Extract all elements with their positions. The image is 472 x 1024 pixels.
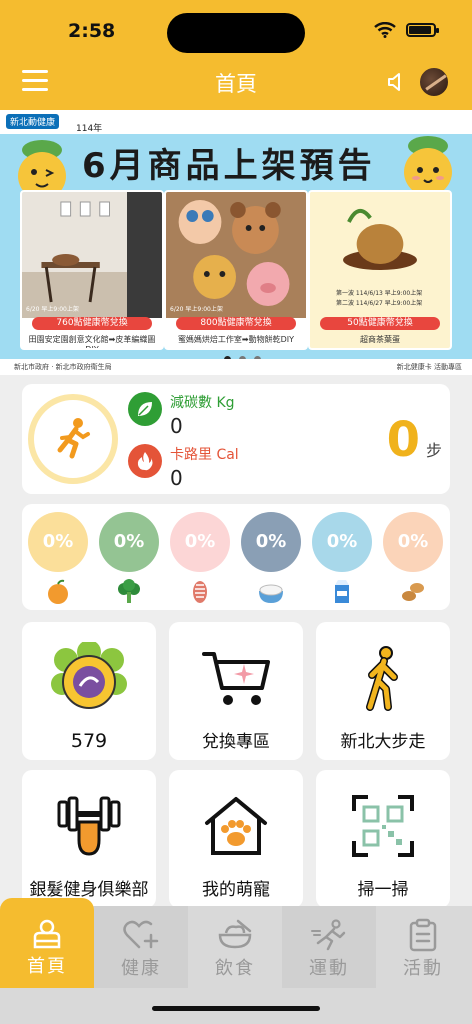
fire-icon <box>128 444 162 478</box>
carbon-label: 減碳數 Kg <box>170 395 235 411</box>
tab-diet[interactable]: 飲食 <box>188 906 282 988</box>
food-intake-card[interactable]: 0% 0% 0% 0% 0% 0% <box>22 504 450 610</box>
avatar[interactable] <box>418 66 450 98</box>
app-header: 2:58 首頁 <box>0 0 472 110</box>
tile-scan[interactable]: 掃一掃 <box>316 770 450 908</box>
status-time: 2:58 <box>68 20 116 42</box>
product-card-leather[interactable]: 6/20 早上9:00上架 760點健康幣兌換 田園安定園創意文化館➡皮革編織圖… <box>20 190 164 350</box>
calorie-value: 0 <box>170 466 183 490</box>
speaker-icon[interactable] <box>386 72 404 92</box>
banner-title: 6月商品上架預告 <box>82 146 376 186</box>
food-percent: 0% <box>28 512 88 572</box>
product-subtitle: 超商茶葉蛋 <box>360 335 400 344</box>
battery-icon <box>406 23 439 37</box>
dumbbell-icon <box>57 796 121 856</box>
nut-icon <box>402 583 424 601</box>
food-percent: 0% <box>170 512 230 572</box>
vegetable-icon <box>118 579 140 603</box>
banner-footer-right: 新北健康卡 活動專區 <box>396 363 462 371</box>
food-percent: 0% <box>312 512 372 572</box>
product-card-cookie[interactable]: 6/20 早上9:00上架 800點健康幣兌換 蜜媽媽烘焙工作室➡動物餅乾DIY <box>164 190 308 350</box>
food-percent: 0% <box>241 512 301 572</box>
steps-counter: 0 步 <box>387 412 442 468</box>
tab-events-label: 活動 <box>403 958 443 979</box>
status-icons <box>374 22 439 38</box>
carbon-stat: 減碳數 Kg 0 <box>128 392 235 438</box>
product-subtitle: 蜜媽媽烘焙工作室➡動物餅乾DIY <box>177 335 295 344</box>
dynamic-island <box>167 13 305 53</box>
home-indicator <box>152 1006 320 1011</box>
tile-walk[interactable]: 新北大步走 <box>316 622 450 760</box>
tile-fitness-club[interactable]: 銀髮健身俱樂部 <box>22 770 156 908</box>
tile-health-coins[interactable]: 579 <box>22 622 156 760</box>
dairy-icon <box>335 580 349 603</box>
fruit-icon <box>48 579 68 604</box>
banner-footer-left: 新北市政府 · 新北市政府衛生局 <box>14 363 112 371</box>
health-coin-icon <box>51 642 127 709</box>
run-icon <box>311 919 346 951</box>
tile-my-pet-label: 我的萌寵 <box>202 880 270 900</box>
banner-footer: 新北市政府 · 新北市政府衛生局 新北健康卡 活動專區 <box>0 359 472 375</box>
tab-home-label: 首頁 <box>27 956 67 977</box>
product-price-tag: 50點健康幣兌換 <box>320 317 440 330</box>
tile-fitness-club-label: 銀髮健身俱樂部 <box>29 880 149 900</box>
clipboard-icon <box>409 918 437 952</box>
tab-exercise-label: 運動 <box>309 958 349 979</box>
product-card-tea-egg[interactable]: 第一波 114/6/13 早上9:00上架 第二波 114/6/27 早上9:0… <box>308 190 452 350</box>
leaf-icon <box>128 392 162 426</box>
product-price-tag: 800點健康幣兌換 <box>176 317 296 330</box>
qr-scan-icon <box>352 795 414 857</box>
product-date: 6/20 早上9:00上架 <box>170 306 223 313</box>
product-line: 第一波 114/6/13 早上9:00上架 <box>336 290 423 297</box>
heart-plus-icon <box>123 920 159 949</box>
tab-health[interactable]: 健康 <box>94 906 188 988</box>
steps-unit: 步 <box>425 441 442 460</box>
tab-home[interactable]: 首頁 <box>0 898 94 988</box>
banner-logo: 新北動健康 <box>6 114 60 129</box>
meal-icon <box>218 919 252 949</box>
health-coin-count: 579 <box>70 730 108 752</box>
protein-icon <box>193 581 207 603</box>
tile-walk-label: 新北大步走 <box>340 732 426 752</box>
product-image-cookie <box>166 192 306 318</box>
product-image-leather <box>22 192 162 318</box>
tile-scan-label: 掃一掃 <box>357 880 409 900</box>
food-item-nut[interactable]: 0% <box>383 512 443 606</box>
food-item-vegetable[interactable]: 0% <box>99 512 159 606</box>
calorie-stat: 卡路里 Cal 0 <box>128 444 239 490</box>
banner-year: 114年 <box>76 124 103 134</box>
grain-icon <box>259 584 283 603</box>
food-percent: 0% <box>99 512 159 572</box>
tab-events[interactable]: 活動 <box>376 906 470 988</box>
pet-house-icon <box>205 797 267 855</box>
tab-health-label: 健康 <box>121 958 161 979</box>
food-item-protein[interactable]: 0% <box>170 512 230 606</box>
product-date: 6/20 早上9:00上架 <box>26 306 79 313</box>
food-percent: 0% <box>383 512 443 572</box>
tab-exercise[interactable]: 運動 <box>282 906 376 988</box>
food-item-grain[interactable]: 0% <box>241 512 301 606</box>
tile-redeem[interactable]: 兌換專區 <box>169 622 303 760</box>
walking-icon <box>366 646 398 711</box>
mascot-right-icon <box>404 136 452 196</box>
activity-stats-card[interactable]: 減碳數 Kg 0 卡路里 Cal 0 0 步 <box>22 384 450 494</box>
cart-icon <box>202 652 270 705</box>
calorie-label: 卡路里 Cal <box>170 447 239 463</box>
carbon-value: 0 <box>170 414 183 438</box>
product-line: 第二波 114/6/27 早上9:00上架 <box>336 300 423 307</box>
product-subtitle: 田園安定園創意文化館➡皮革編織圖DIY <box>28 335 156 350</box>
food-item-fruit[interactable]: 0% <box>28 512 88 606</box>
tab-diet-label: 飲食 <box>215 958 255 979</box>
home-icon <box>33 919 61 949</box>
running-person-icon <box>57 418 90 459</box>
wifi-icon <box>374 22 396 38</box>
steps-value: 0 <box>386 412 420 468</box>
food-item-dairy[interactable]: 0% <box>312 512 372 606</box>
activity-ring <box>28 394 118 484</box>
tile-redeem-label: 兌換專區 <box>202 732 270 752</box>
product-price-tag: 760點健康幣兌換 <box>32 317 152 330</box>
promo-banner[interactable]: 新北動健康 114年 6月商品上架預告 6/20 早上9:00上架 760點健康… <box>0 110 472 375</box>
tile-my-pet[interactable]: 我的萌寵 <box>169 770 303 908</box>
